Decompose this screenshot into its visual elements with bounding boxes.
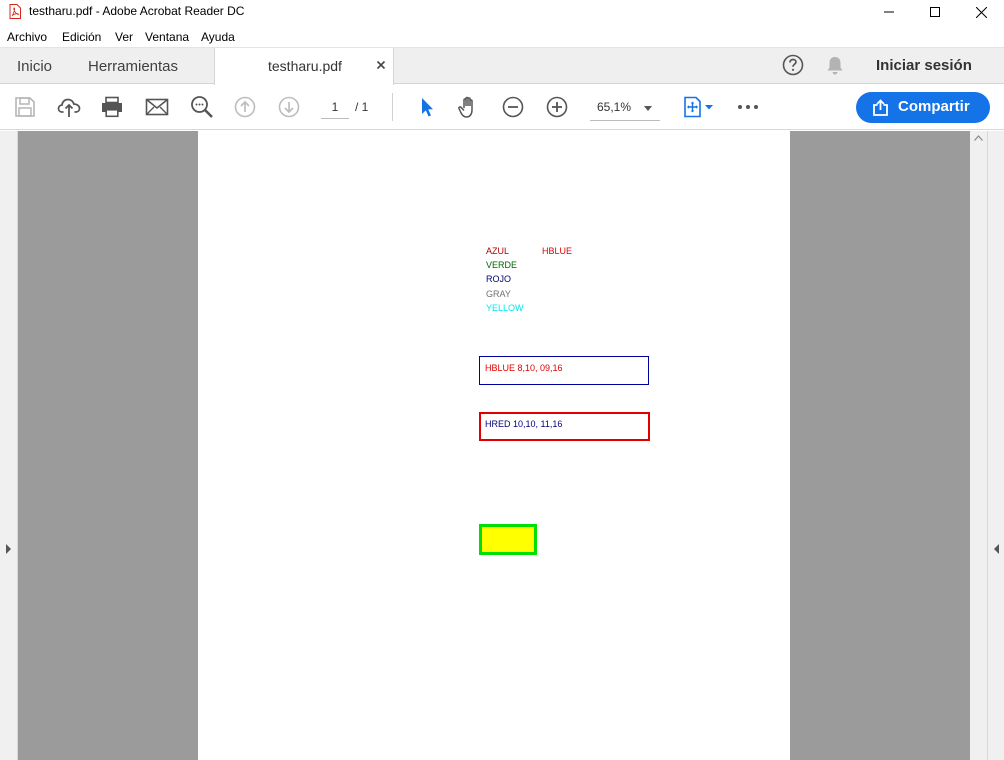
zoom-select[interactable]: 65,1% [590, 97, 660, 121]
plus-circle-icon [546, 96, 568, 118]
page-number-input[interactable]: 1 [321, 97, 349, 119]
zoom-value: 65,1% [597, 100, 632, 114]
toolbar-divider [392, 93, 393, 121]
chevron-down-icon [644, 106, 652, 111]
search-zoom-icon [191, 96, 213, 118]
maximize-icon [930, 7, 940, 17]
signin-button[interactable]: Iniciar sesión [876, 57, 972, 74]
box-hblue-text: HBLUE 8,10, 09,16 [485, 363, 563, 373]
label-yellow: YELLOW [486, 303, 524, 313]
close-tab-icon[interactable] [375, 59, 387, 71]
minimize-button[interactable] [866, 0, 912, 24]
label-hblue: HBLUE [542, 246, 573, 256]
left-panel-toggle[interactable] [0, 131, 18, 760]
minus-circle-icon [502, 96, 524, 118]
save-icon [15, 97, 35, 117]
tab-document[interactable]: testharu.pdf [214, 48, 394, 85]
menu-ver[interactable]: Ver [115, 30, 133, 44]
close-window-button[interactable] [958, 0, 1004, 24]
zoom-out-button[interactable] [501, 95, 525, 119]
print-button[interactable] [100, 95, 124, 119]
label-azul: AZUL [486, 246, 510, 256]
maximize-button[interactable] [912, 0, 958, 24]
chevron-left-icon [994, 544, 999, 554]
pdf-page[interactable]: AZUL HBLUE VERDE ROJO GRAY YELLOW HBLUE … [198, 131, 790, 760]
label-gray: GRAY [486, 289, 511, 299]
tab-tools[interactable]: Herramientas [88, 58, 178, 75]
email-button[interactable] [145, 95, 169, 119]
printer-icon [102, 96, 122, 118]
minimize-icon [884, 11, 894, 13]
window-title: testharu.pdf - Adobe Acrobat Reader DC [29, 4, 245, 18]
vertical-scrollbar[interactable] [970, 131, 987, 760]
document-area: AZUL HBLUE VERDE ROJO GRAY YELLOW HBLUE … [0, 131, 1004, 760]
tab-bar: Inicio Herramientas testharu.pdf Iniciar… [0, 47, 1004, 85]
more-dots-icon [738, 105, 758, 109]
fit-page-icon [684, 96, 713, 118]
hand-icon [458, 96, 473, 118]
select-tool-button[interactable] [414, 95, 438, 119]
next-page-button[interactable] [277, 95, 301, 119]
hand-tool-button[interactable] [457, 95, 481, 119]
search-button[interactable] [190, 95, 214, 119]
share-label: Compartir [898, 98, 970, 115]
document-tab-label: testharu.pdf [268, 58, 342, 74]
label-rojo: ROJO [486, 274, 512, 284]
pdf-file-icon [9, 4, 21, 19]
title-bar: testharu.pdf - Adobe Acrobat Reader DC [0, 0, 1004, 24]
upload-cloud-button[interactable] [57, 95, 81, 119]
share-button[interactable]: Compartir [856, 92, 990, 123]
box-hred: HRED 10,10, 11,16 [479, 412, 650, 441]
box-hblue: HBLUE 8,10, 09,16 [479, 356, 649, 385]
close-icon [975, 6, 987, 18]
fit-page-button[interactable] [683, 95, 717, 119]
arrow-up-circle-icon [234, 96, 256, 118]
right-panel-toggle[interactable] [987, 131, 1004, 760]
cloud-upload-icon [57, 98, 81, 117]
box-hred-text: HRED 10,10, 11,16 [485, 419, 563, 429]
bell-icon[interactable] [825, 55, 845, 76]
toolbar: 1 / 1 65,1% Compartir [0, 85, 1004, 130]
box-yellow [479, 524, 537, 555]
menu-edicion[interactable]: Edición [62, 30, 101, 44]
menu-archivo[interactable]: Archivo [7, 30, 47, 44]
share-icon [873, 99, 888, 116]
zoom-in-button[interactable] [545, 95, 569, 119]
arrow-down-circle-icon [278, 96, 300, 118]
menu-ayuda[interactable]: Ayuda [201, 30, 235, 44]
label-verde: VERDE [486, 260, 518, 270]
menu-ventana[interactable]: Ventana [145, 30, 189, 44]
envelope-icon [145, 98, 169, 116]
chevron-up-icon[interactable] [974, 135, 983, 141]
save-button[interactable] [13, 95, 37, 119]
page-total: / 1 [355, 100, 369, 114]
tab-home[interactable]: Inicio [17, 58, 52, 75]
menu-bar: Archivo Edición Ver Ventana Ayuda [0, 27, 1004, 47]
help-icon[interactable] [782, 54, 804, 76]
cursor-arrow-icon [422, 98, 433, 117]
previous-page-button[interactable] [233, 95, 257, 119]
chevron-right-icon [6, 544, 11, 554]
more-tools-button[interactable] [736, 95, 760, 119]
